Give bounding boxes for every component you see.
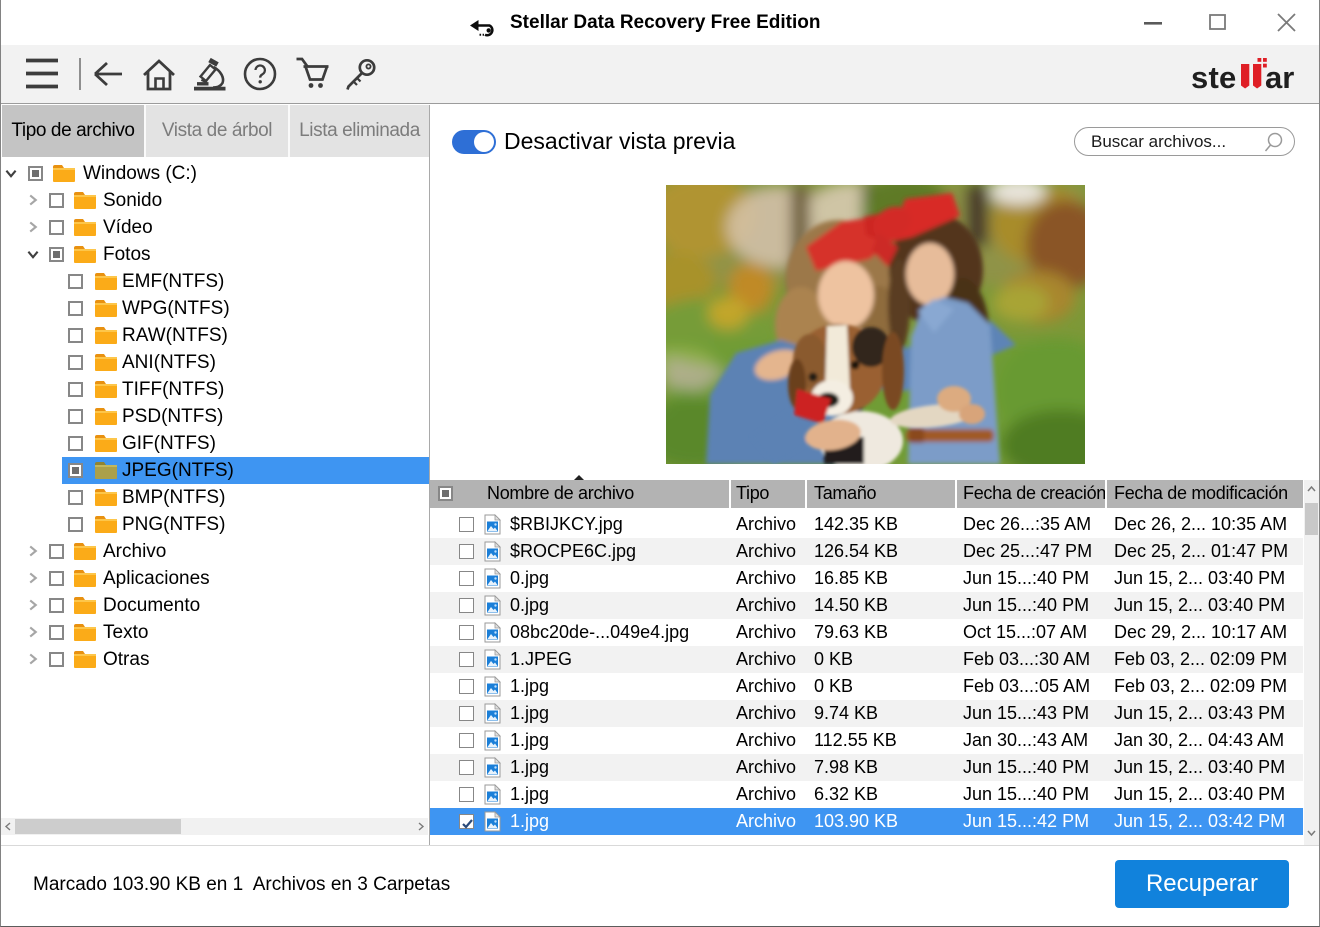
- svg-text:ste: ste: [1191, 60, 1236, 95]
- svg-text:ar: ar: [1265, 60, 1294, 95]
